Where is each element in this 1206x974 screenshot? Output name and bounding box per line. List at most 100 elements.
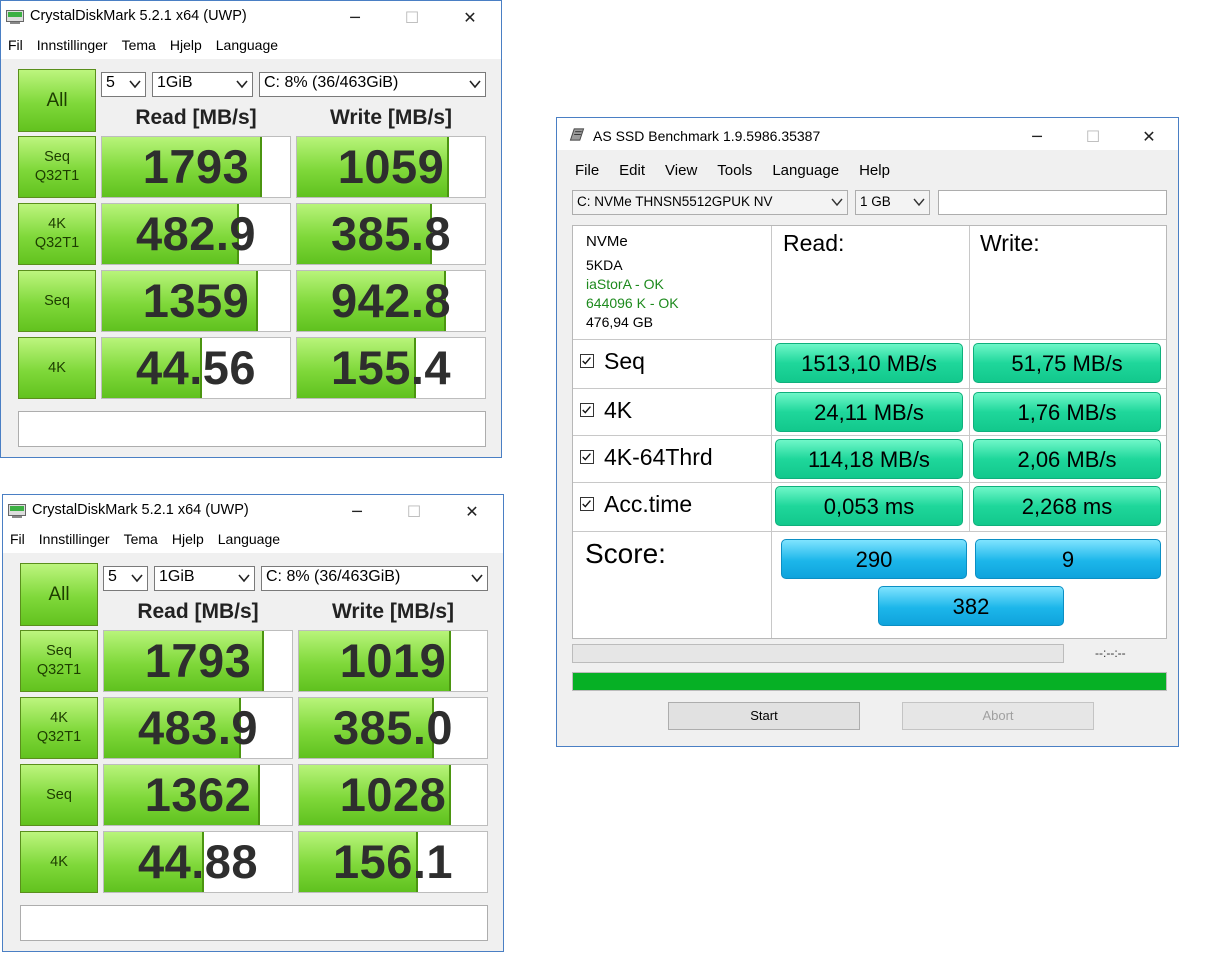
menu-bar: Fil Innstillinger Tema Hjelp Language bbox=[10, 531, 503, 547]
chevron-down-icon bbox=[471, 574, 483, 583]
test-button-1[interactable]: Seq Q32T1 bbox=[20, 630, 98, 692]
write-result-3: 1028 bbox=[298, 764, 488, 826]
menu-view[interactable]: View bbox=[665, 162, 697, 179]
write-result-2: 1,76 MB/s bbox=[973, 392, 1161, 432]
write-result-4: 156.1 bbox=[298, 831, 488, 893]
read-header: Read [MB/s] bbox=[137, 600, 259, 623]
run-all-button[interactable]: All bbox=[20, 563, 98, 626]
test-size-select[interactable]: 1GiB bbox=[154, 566, 255, 591]
comment-field[interactable] bbox=[20, 905, 488, 941]
test-checkbox-2[interactable] bbox=[580, 403, 594, 417]
test-button-sublabel: Q32T1 bbox=[34, 168, 80, 184]
chevron-down-icon bbox=[131, 574, 143, 583]
test-size-select[interactable]: 1GiB bbox=[152, 72, 253, 97]
menu-tools[interactable]: Tools bbox=[717, 162, 752, 179]
drive-select[interactable]: C: 8% (36/463GiB) bbox=[259, 72, 486, 97]
test-button-sublabel: Q32T1 bbox=[36, 729, 82, 745]
write-result-3: 2,06 MB/s bbox=[973, 439, 1161, 479]
write-result-3: 942.8 bbox=[296, 270, 486, 332]
minimize-icon[interactable]: ─ bbox=[327, 1, 383, 33]
comment-field[interactable] bbox=[18, 411, 486, 447]
menu-file[interactable]: Fil bbox=[10, 531, 25, 547]
read-result-1: 1793 bbox=[103, 630, 293, 692]
menu-theme[interactable]: Tema bbox=[122, 37, 156, 53]
close-icon[interactable]: ✕ bbox=[442, 1, 498, 33]
read-result-value: 1793 bbox=[144, 634, 252, 687]
window-title: AS SSD Benchmark 1.9.5986.35387 bbox=[593, 128, 821, 144]
title-bar[interactable]: CrystalDiskMark 5.2.1 x64 (UWP) ─ ☐ ✕ bbox=[3, 495, 503, 527]
menu-language[interactable]: Language bbox=[772, 162, 839, 179]
crystaldiskmark-app-icon bbox=[6, 10, 24, 24]
menu-help[interactable]: Hjelp bbox=[172, 531, 204, 547]
title-bar[interactable]: CrystalDiskMark 5.2.1 x64 (UWP) ─ ☐ ✕ bbox=[1, 1, 501, 33]
write-result-value: 1019 bbox=[339, 634, 447, 687]
checkmark-icon bbox=[582, 357, 591, 365]
menu-file[interactable]: Fil bbox=[8, 37, 23, 53]
read-result-value: 483.9 bbox=[137, 701, 259, 754]
score-label: Score: bbox=[585, 538, 666, 569]
write-result-1: 1059 bbox=[296, 136, 486, 198]
minimize-icon[interactable]: ─ bbox=[1009, 120, 1065, 152]
test-count-select[interactable]: 5 bbox=[103, 566, 148, 591]
read-result-1: 1513,10 MB/s bbox=[775, 343, 963, 383]
size-select[interactable]: 1 GB bbox=[855, 190, 930, 215]
write-result-value: 1059 bbox=[337, 140, 445, 193]
test-button-label: 4K bbox=[48, 216, 66, 232]
test-button-2[interactable]: 4K Q32T1 bbox=[20, 697, 98, 759]
test-button-1[interactable]: Seq Q32T1 bbox=[18, 136, 96, 198]
window-title: CrystalDiskMark 5.2.1 x64 (UWP) bbox=[32, 502, 249, 518]
start-button[interactable]: Start bbox=[668, 702, 860, 730]
status-text-field[interactable] bbox=[938, 190, 1167, 215]
score-total-pill: 382 bbox=[878, 586, 1064, 626]
read-result-value: 44.88 bbox=[137, 835, 259, 888]
maximize-icon: ☐ bbox=[406, 501, 422, 521]
window-title: CrystalDiskMark 5.2.1 x64 (UWP) bbox=[30, 8, 247, 24]
test-button-2[interactable]: 4K Q32T1 bbox=[18, 203, 96, 265]
test-checkbox-1[interactable] bbox=[580, 354, 594, 368]
test-button-4[interactable]: 4K bbox=[20, 831, 98, 893]
menu-help[interactable]: Hjelp bbox=[170, 37, 202, 53]
test-checkbox-3[interactable] bbox=[580, 450, 594, 464]
read-result-3: 114,18 MB/s bbox=[775, 439, 963, 479]
read-result-4: 44.88 bbox=[103, 831, 293, 893]
test-button-label: 4K bbox=[48, 359, 66, 376]
test-size-value: 1GiB bbox=[157, 74, 193, 91]
drive-select[interactable]: C: NVMe THNSN5512GPUK NV bbox=[572, 190, 848, 215]
test-button-sublabel: Q32T1 bbox=[36, 662, 82, 678]
maximize-icon: ☐ bbox=[404, 7, 420, 27]
write-result-2: 385.0 bbox=[298, 697, 488, 759]
test-button-label: Seq bbox=[46, 786, 72, 803]
run-all-button[interactable]: All bbox=[18, 69, 96, 132]
read-result-2: 482.9 bbox=[101, 203, 291, 265]
cdm-client-area: All 5 1GiB C: 8% (36/463GiB) Read [MB/s]… bbox=[3, 553, 503, 951]
menu-settings[interactable]: Innstillinger bbox=[39, 531, 110, 547]
test-button-3[interactable]: Seq bbox=[20, 764, 98, 826]
menu-theme[interactable]: Tema bbox=[124, 531, 158, 547]
menu-help[interactable]: Help bbox=[859, 162, 890, 179]
write-result-value: 156.1 bbox=[332, 835, 454, 888]
chevron-down-icon bbox=[913, 198, 925, 207]
menu-language[interactable]: Language bbox=[218, 531, 280, 547]
drive-model: NVMe bbox=[586, 233, 628, 250]
menu-settings[interactable]: Innstillinger bbox=[37, 37, 108, 53]
test-button-4[interactable]: 4K bbox=[18, 337, 96, 399]
menu-edit[interactable]: Edit bbox=[619, 162, 645, 179]
test-checkbox-4[interactable] bbox=[580, 497, 594, 511]
menu-language[interactable]: Language bbox=[216, 37, 278, 53]
results-grid: NVMe 5KDA iaStorA - OK 644096 K - OK 476… bbox=[572, 225, 1167, 639]
chevron-down-icon bbox=[469, 80, 481, 89]
maximize-icon: ☐ bbox=[1085, 126, 1101, 146]
title-bar[interactable]: AS SSD Benchmark 1.9.5986.35387 ─ ☐ ✕ bbox=[557, 118, 1178, 150]
drive-select[interactable]: C: 8% (36/463GiB) bbox=[261, 566, 488, 591]
test-count-select[interactable]: 5 bbox=[101, 72, 146, 97]
score-write-pill: 9 bbox=[975, 539, 1161, 579]
close-icon[interactable]: ✕ bbox=[444, 495, 500, 527]
test-button-3[interactable]: Seq bbox=[18, 270, 96, 332]
minimize-icon[interactable]: ─ bbox=[329, 495, 385, 527]
menu-file[interactable]: File bbox=[575, 162, 599, 179]
close-icon[interactable]: ✕ bbox=[1121, 120, 1177, 152]
test-button-label: Seq bbox=[46, 643, 72, 659]
test-progress-bar bbox=[572, 644, 1064, 663]
menu-bar: File Edit View Tools Language Help bbox=[575, 162, 1178, 179]
read-result-value: 1359 bbox=[142, 274, 250, 327]
